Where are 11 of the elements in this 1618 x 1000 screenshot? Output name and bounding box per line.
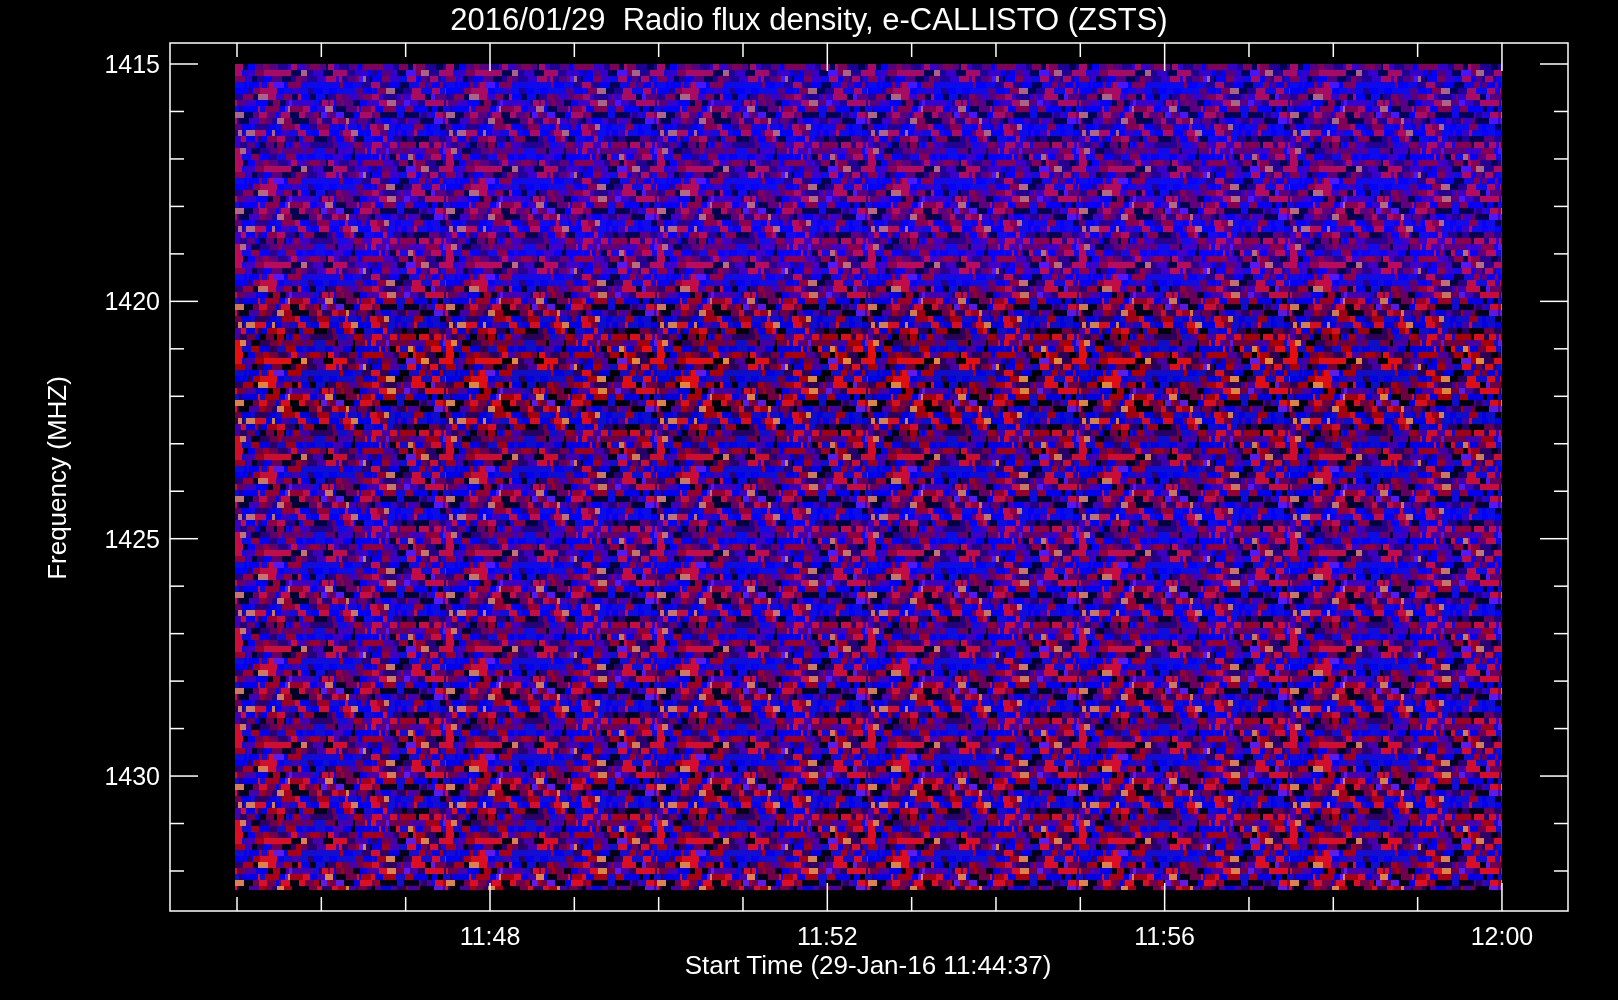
x-tick-label: 12:00 [1470, 922, 1534, 950]
y-tick-label: 1430 [104, 762, 160, 791]
x-tick-label: 11:56 [1134, 922, 1195, 950]
chart-title: 2016/01/29 Radio flux density, e-CALLISTO (ZSTS) [450, 2, 1168, 37]
y-tick-label: 1425 [104, 524, 160, 553]
y-tick-label: 1415 [104, 50, 160, 78]
x-tick-label: 11:48 [459, 922, 521, 950]
x-axis-label: Start Time (29-Jan-16 11:44:37) [684, 950, 1052, 980]
x-tick-label: 11:52 [796, 922, 858, 950]
y-axis-label: Frequency (MHZ) [42, 376, 72, 580]
y-tick-label: 1420 [104, 287, 160, 316]
